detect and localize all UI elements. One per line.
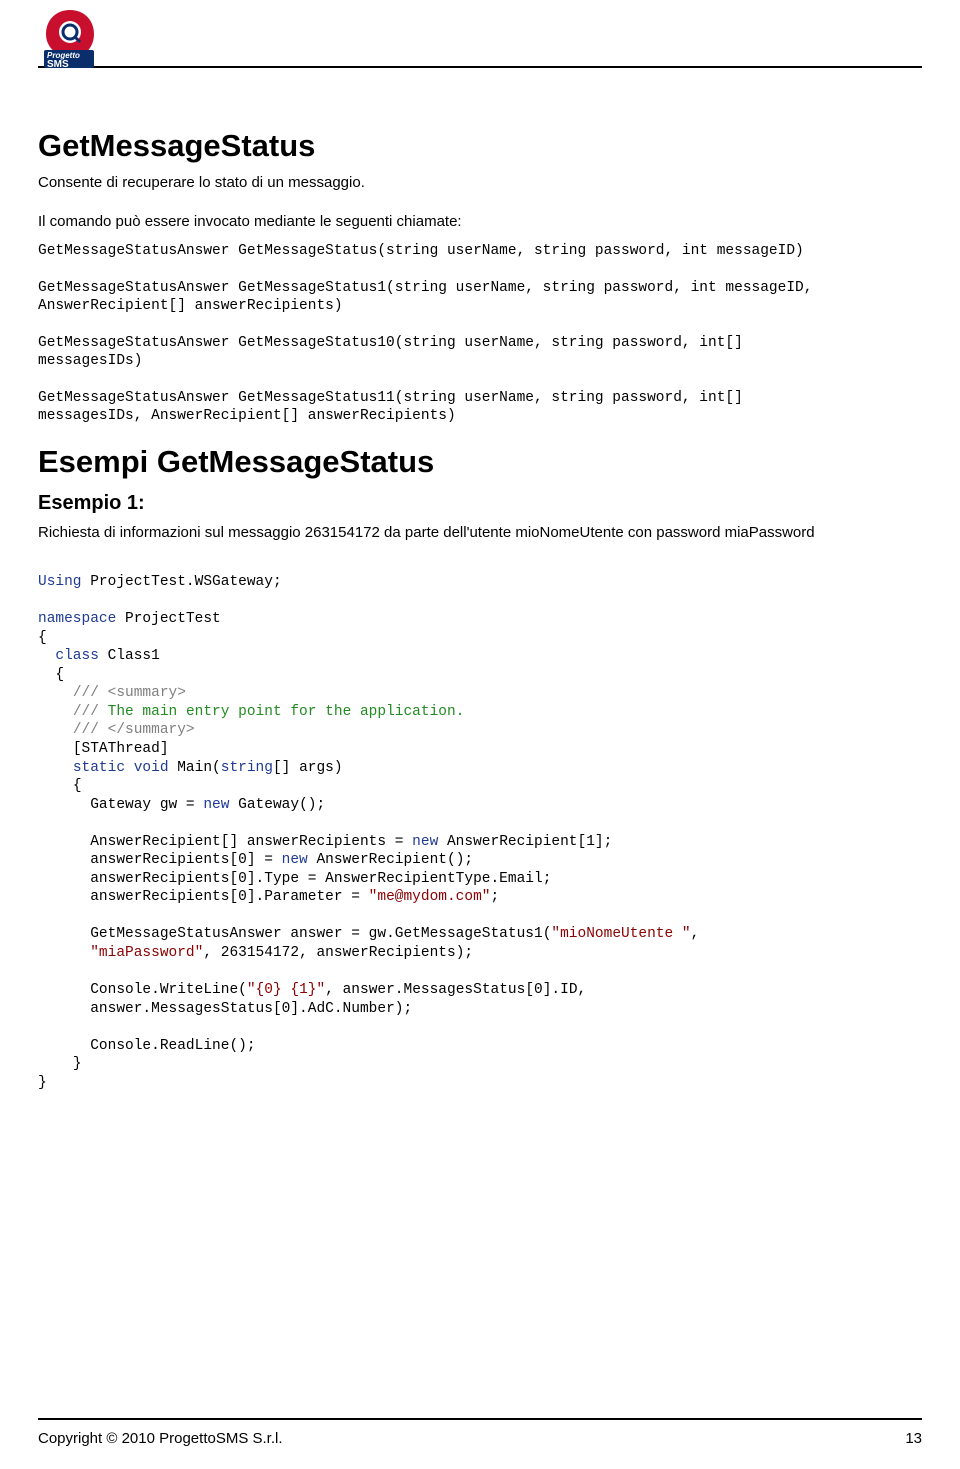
example-1-heading: Esempio 1: xyxy=(38,492,922,515)
section-intro: Il comando può essere invocato mediante … xyxy=(38,213,922,230)
signature-0: GetMessageStatusAnswer GetMessageStatus(… xyxy=(38,242,922,261)
header-divider xyxy=(38,66,922,68)
examples-title: Esempi GetMessageStatus xyxy=(38,444,922,480)
signature-2: GetMessageStatusAnswer GetMessageStatus1… xyxy=(38,334,922,371)
svg-text:SMS: SMS xyxy=(47,59,69,70)
footer-page-number: 13 xyxy=(905,1430,922,1447)
signature-1: GetMessageStatusAnswer GetMessageStatus1… xyxy=(38,279,922,316)
page-footer: Copyright © 2010 ProgettoSMS S.r.l. 13 xyxy=(38,1418,922,1447)
brand-logo: Progetto SMS xyxy=(38,6,102,70)
footer-divider xyxy=(38,1418,922,1420)
example-1-code: Using ProjectTest.WSGateway; namespace P… xyxy=(38,573,922,1092)
example-1-description: Richiesta di informazioni sul messaggio … xyxy=(38,523,922,543)
footer-copyright: Copyright © 2010 ProgettoSMS S.r.l. xyxy=(38,1430,283,1447)
signature-3: GetMessageStatusAnswer GetMessageStatus1… xyxy=(38,389,922,426)
section-title: GetMessageStatus xyxy=(38,128,922,164)
section-description: Consente di recuperare lo stato di un me… xyxy=(38,174,922,191)
